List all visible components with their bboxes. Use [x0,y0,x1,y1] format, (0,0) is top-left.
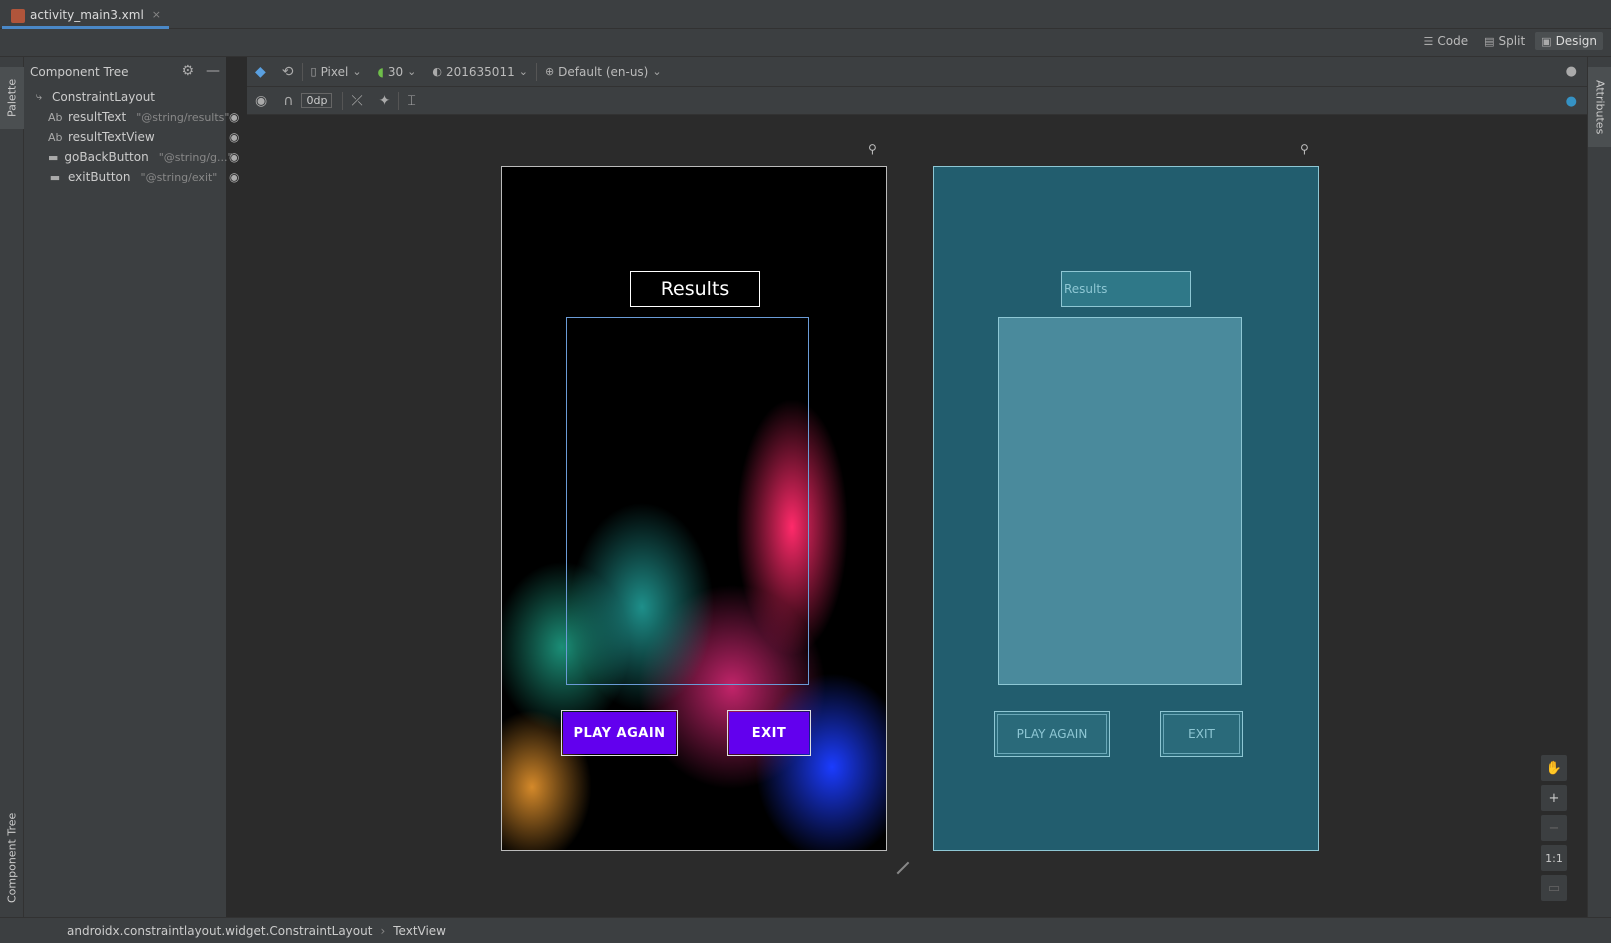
help-icon[interactable]: ● [1566,94,1577,109]
theme-label: 201635011 [446,64,515,79]
locale-selector[interactable]: ⊕ Default (en-us) ⌄ [537,57,670,86]
device-selector[interactable]: ▯ Pixel ⌄ [303,57,370,86]
minimize-icon[interactable]: — [206,63,220,79]
breadcrumb-chevron-icon: › [380,923,386,938]
eye-icon[interactable]: ◉ [229,170,239,184]
result-textview[interactable] [566,317,809,685]
code-mode-button[interactable]: ☰ Code [1418,32,1475,50]
eye-icon[interactable]: ◉ [229,130,239,144]
tree-item-gobackbutton[interactable]: ▬ goBackButton "@string/g..." ◉ [24,147,239,167]
editor-tab-bar: activity_main3.xml × [0,0,1611,29]
device-label: Pixel [320,64,349,79]
breadcrumb-layout[interactable]: androidx.constraintlayout.widget.Constra… [67,924,372,938]
right-tool-strip: Attributes [1587,57,1611,917]
palette-side-tab[interactable]: Palette [0,67,24,129]
tree-item-label: ConstraintLayout [52,90,156,104]
tree-item-resulttextview[interactable]: Ab resultTextView ◉ [24,127,239,147]
chevron-down-icon: ⌄ [652,65,662,78]
align-baseline-icon[interactable]: ⌶ [399,93,423,109]
tree-item-label: goBackButton [64,150,149,164]
design-toolbar: ◆ ⟲ ▯ Pixel ⌄ ◖ 30 ⌄ ◐ 201635011 ⌄ ⊕ Def… [247,57,1587,87]
layers-icon[interactable]: ◆ [247,64,274,80]
blueprint-exit-button[interactable]: EXIT [1160,711,1243,757]
tree-item-label: resultText [68,110,127,124]
tree-item-constraintlayout[interactable]: ⤷ ConstraintLayout [24,87,226,107]
zoom-to-fit-icon[interactable]: ▭ [1541,875,1567,901]
component-tree-title: Component Tree [30,65,129,79]
gear-icon[interactable]: ⚙ [181,63,194,79]
design-mode-button[interactable]: ▣ Design [1535,32,1603,50]
breadcrumb-textview[interactable]: TextView [393,924,446,938]
locale-label: Default (en-us) [558,64,649,79]
zoom-controls: ✋ + − 1:1 ▭ [1541,755,1567,901]
close-tab-icon[interactable]: × [152,8,161,21]
orientation-icon[interactable]: ⟲ [274,64,302,80]
split-mode-button[interactable]: ▤ Split [1478,32,1531,50]
zoom-out-button[interactable]: − [1541,815,1567,841]
textview-icon: Ab [48,110,63,124]
blueprint-result-textview[interactable] [998,317,1242,685]
tree-item-label: exitButton [68,170,131,184]
code-mode-label: Code [1437,34,1469,48]
file-tab-activity-main3[interactable]: activity_main3.xml × [2,3,170,29]
xml-file-icon [11,9,25,23]
theme-icon: ◐ [432,65,442,78]
textview-icon: Ab [48,130,63,144]
button-icon: ▬ [48,150,59,164]
pin-icon[interactable]: ⚲ [1300,142,1309,156]
globe-icon: ⊕ [544,65,555,78]
play-again-button[interactable]: PLAY AGAIN [561,710,678,756]
component-tree-panel: Component Tree ⚙ — ⤷ ConstraintLayout Ab… [24,57,240,917]
tree-item-hint: "@string/g..." [158,150,233,164]
pin-icon[interactable]: ⚲ [868,142,877,156]
blueprint-preview[interactable]: Results PLAY AGAIN EXIT [933,166,1319,851]
file-tab-label: activity_main3.xml [30,7,144,22]
api-selector[interactable]: ◖ 30 ⌄ [370,57,425,86]
split-mode-label: Split [1498,34,1526,48]
breadcrumb-status-bar: androidx.constraintlayout.widget.Constra… [0,917,1611,943]
tree-item-label: resultTextView [68,130,155,144]
code-lines-icon: ☰ [1423,34,1434,48]
tree-item-hint: "@string/results" [136,110,230,124]
left-tool-strip: Palette Component Tree [0,57,24,917]
image-icon: ▣ [1541,34,1552,48]
button-icon: ▬ [49,170,61,184]
design-mode-label: Design [1555,34,1597,48]
results-text[interactable]: Results [630,271,760,307]
chevron-down-icon: ⌄ [352,65,362,78]
theme-selector[interactable]: ◐ 201635011 ⌄ [424,57,536,86]
blueprint-results-text[interactable]: Results [1061,271,1191,307]
view-mode-bar: ☰ Code ▤ Split ▣ Design [0,29,1611,57]
clear-constraints-icon[interactable]: ⤫ [343,93,370,109]
warning-icon[interactable]: ● [1566,64,1577,79]
design-preview[interactable]: Results PLAY AGAIN EXIT [501,166,887,851]
chevron-down-icon: ⌄ [518,65,528,78]
magnet-icon[interactable]: ∩ [275,93,301,109]
layout-icon: ⤷ [35,90,43,103]
zoom-actual-size-button[interactable]: 1:1 [1541,845,1567,871]
split-view-icon: ▤ [1484,34,1495,48]
tree-item-exitbutton[interactable]: ▬ exitButton "@string/exit" ◉ [24,167,240,187]
phone-icon: ▯ [310,65,317,78]
magic-wand-icon[interactable]: ✦ [371,93,399,109]
pan-hand-icon[interactable]: ✋ [1541,755,1567,781]
chevron-down-icon: ⌄ [407,65,417,78]
exit-button[interactable]: EXIT [727,710,811,756]
tree-item-resulttext[interactable]: Ab resultText "@string/results" ◉ [24,107,239,127]
eye-icon[interactable]: ◉ [229,110,239,124]
default-margin-field[interactable]: 0dp [301,93,333,108]
eye-icon[interactable]: ◉ [229,150,239,164]
eye-icon[interactable]: ◉ [247,93,275,109]
tree-item-hint: "@string/exit" [140,170,218,184]
component-tree-side-tab[interactable]: Component Tree [0,799,24,917]
zoom-in-button[interactable]: + [1541,785,1567,811]
constraint-toolbar: ◉ ∩ 0dp ⤫ ✦ ⌶ ● [247,87,1587,115]
android-icon: ◖ [377,64,384,79]
api-label: 30 [387,64,404,79]
component-tree-header: Component Tree ⚙ — [24,57,226,87]
blueprint-play-again-button[interactable]: PLAY AGAIN [994,711,1110,757]
attributes-side-tab[interactable]: Attributes [1588,67,1611,147]
design-canvas[interactable] [247,115,1587,917]
